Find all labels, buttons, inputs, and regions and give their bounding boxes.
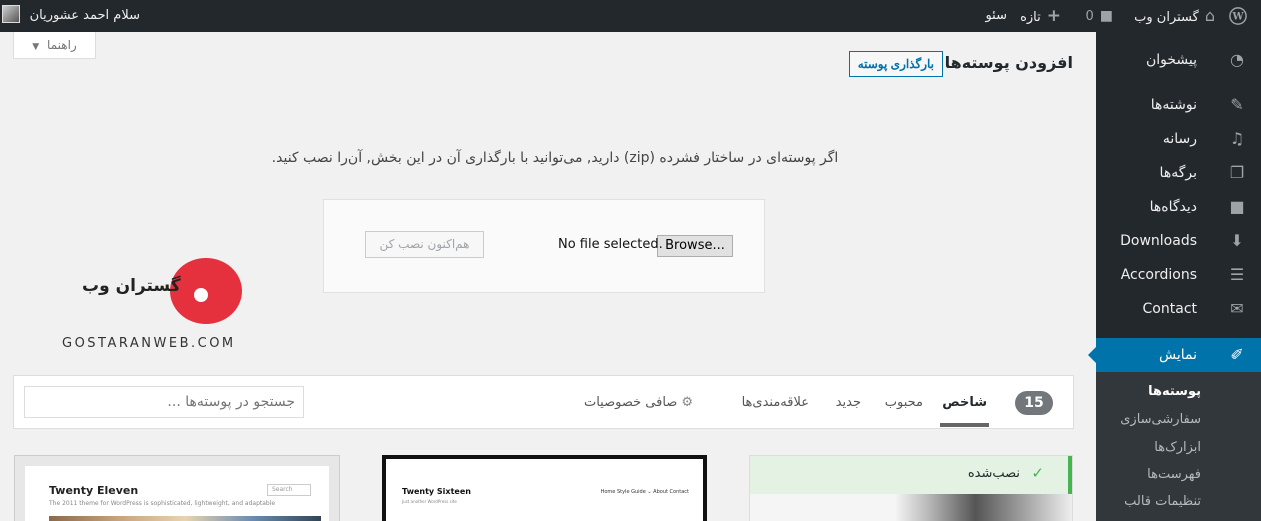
brush-icon: ✐ bbox=[1230, 345, 1244, 364]
help-tab-button[interactable]: راهنما ▼ bbox=[13, 32, 96, 59]
submenu-item-customize[interactable]: سفارشی‌سازی bbox=[1096, 406, 1261, 433]
browse-button[interactable]: Browse... bbox=[657, 235, 733, 257]
admin-sidebar: ◔ پیشخوان ✎ نوشته‌ها ♫ رسانه ❐ برگه‌ها ■… bbox=[1088, 32, 1261, 521]
theme-shot-title: Twenty Eleven bbox=[49, 484, 139, 497]
svg-text:W: W bbox=[1231, 12, 1244, 23]
theme-shot-nav: Home Style Guide ⌄ About Contact bbox=[600, 489, 689, 495]
upload-description: اگر پوسته‌ای در ساختار فشرده (zip) دارید… bbox=[271, 150, 839, 166]
checkmark-icon: ✓ bbox=[1031, 464, 1044, 482]
download-icon: ⬇ bbox=[1230, 231, 1244, 250]
sidebar-item-contact[interactable]: ✉ Contact bbox=[1096, 292, 1261, 326]
new-content-link[interactable]: +تازه bbox=[1020, 0, 1061, 32]
sidebar-item-dashboard[interactable]: ◔ پیشخوان bbox=[1096, 43, 1261, 77]
home-icon: ⌂ bbox=[1204, 6, 1215, 25]
theme-search-input[interactable] bbox=[24, 386, 304, 418]
sidebar-item-pages[interactable]: ❐ برگه‌ها bbox=[1096, 156, 1261, 190]
wordpress-logo-icon[interactable]: W bbox=[1223, 0, 1253, 32]
theme-screenshot bbox=[750, 494, 1072, 521]
gear-icon: ⚙ bbox=[681, 395, 693, 410]
sidebar-item-comments[interactable]: ■ دیدگاه‌ها bbox=[1096, 190, 1261, 224]
pin-icon: ✎ bbox=[1230, 95, 1244, 114]
submenu-item-menus[interactable]: فهرست‌ها bbox=[1096, 461, 1261, 488]
installed-notice: ✓ نصب‌شده bbox=[750, 456, 1072, 494]
triangle-down-icon: ▼ bbox=[32, 42, 40, 52]
admin-bar: W ⌂گستران وب ■0 +تازه سئو سلام احمد عشور… bbox=[0, 0, 1261, 32]
submenu-item-themes[interactable]: پوسته‌ها bbox=[1096, 378, 1261, 405]
envelope-icon: ✉ bbox=[1230, 299, 1244, 318]
logo-text-en: GOSTARANWEB.COM bbox=[62, 336, 236, 351]
theme-card-twenty-sixteen[interactable]: Twenty Sixteen Just another WordPress si… bbox=[382, 455, 707, 521]
sidebar-item-media[interactable]: ♫ رسانه bbox=[1096, 122, 1261, 156]
logo-text-fa: گستران وب bbox=[82, 276, 181, 296]
theme-shot-description: Just another WordPress site bbox=[402, 499, 457, 504]
comments-link[interactable]: ■0 bbox=[1085, 0, 1113, 32]
install-now-button: هم‌اکنون نصب کن bbox=[365, 231, 484, 258]
plus-icon: + bbox=[1046, 6, 1061, 26]
comment-icon: ■ bbox=[1099, 8, 1113, 24]
gostaranweb-logo: گستران وب GOSTARANWEB.COM bbox=[60, 258, 260, 358]
appearance-submenu: پوسته‌ها سفارشی‌سازی ابزارک‌ها فهرست‌ها … bbox=[1096, 372, 1261, 521]
greeting-text: سلام احمد عشوریان bbox=[29, 8, 140, 23]
theme-card-installed[interactable]: ✓ نصب‌شده bbox=[749, 455, 1073, 521]
upload-form: Browse... No file selected. هم‌اکنون نصب… bbox=[323, 199, 765, 293]
page-title: افزودن پوسته‌ها bbox=[944, 53, 1073, 72]
avatar bbox=[2, 5, 20, 23]
sidebar-item-appearance[interactable]: ✐ نمایش bbox=[1088, 338, 1261, 372]
media-icon: ♫ bbox=[1229, 129, 1245, 148]
seo-link[interactable]: سئو bbox=[985, 0, 1007, 32]
sidebar-item-accordions[interactable]: ☰ Accordions bbox=[1096, 258, 1261, 292]
tab-featured[interactable]: شاخص bbox=[940, 395, 989, 427]
my-account-link[interactable]: سلام احمد عشوریان bbox=[0, 0, 150, 32]
comment-icon: ■ bbox=[1229, 197, 1245, 216]
theme-filter-bar: 15 شاخص محبوب جدید علاقه‌مندی‌ها ⚙صافی خ… bbox=[13, 375, 1074, 429]
theme-card-twenty-eleven[interactable]: Twenty Eleven The 2011 theme for WordPre… bbox=[14, 455, 340, 521]
tab-popular[interactable]: محبوب bbox=[885, 395, 923, 410]
submenu-item-widgets[interactable]: ابزارک‌ها bbox=[1096, 434, 1261, 461]
tab-latest[interactable]: جدید bbox=[836, 395, 861, 410]
list-icon: ☰ bbox=[1229, 265, 1245, 284]
theme-shot-header-image bbox=[49, 516, 321, 521]
submenu-item-theme-options[interactable]: تنظیمات قالب bbox=[1096, 488, 1261, 515]
tab-favorites[interactable]: علاقه‌مندی‌ها bbox=[742, 395, 809, 410]
theme-shot-search: Search bbox=[267, 484, 311, 496]
pages-icon: ❐ bbox=[1229, 163, 1245, 182]
theme-shot-description: The 2011 theme for WordPress is sophisti… bbox=[49, 500, 276, 507]
installed-label: نصب‌شده bbox=[967, 466, 1020, 481]
theme-screenshot: Twenty Eleven The 2011 theme for WordPre… bbox=[25, 466, 329, 521]
sidebar-item-posts[interactable]: ✎ نوشته‌ها bbox=[1096, 88, 1261, 122]
file-status-text: No file selected. bbox=[558, 237, 663, 252]
site-name-link[interactable]: ⌂گستران وب bbox=[1134, 0, 1215, 32]
feature-filter-link[interactable]: ⚙صافی خصوصیات bbox=[584, 395, 693, 410]
upload-theme-button[interactable]: بارگذاری پوسته bbox=[848, 51, 943, 77]
theme-shot-title: Twenty Sixteen bbox=[402, 487, 471, 496]
dashboard-icon: ◔ bbox=[1230, 50, 1244, 69]
theme-count-badge: 15 bbox=[1015, 391, 1053, 415]
sidebar-item-downloads[interactable]: ⬇ Downloads bbox=[1096, 224, 1261, 258]
